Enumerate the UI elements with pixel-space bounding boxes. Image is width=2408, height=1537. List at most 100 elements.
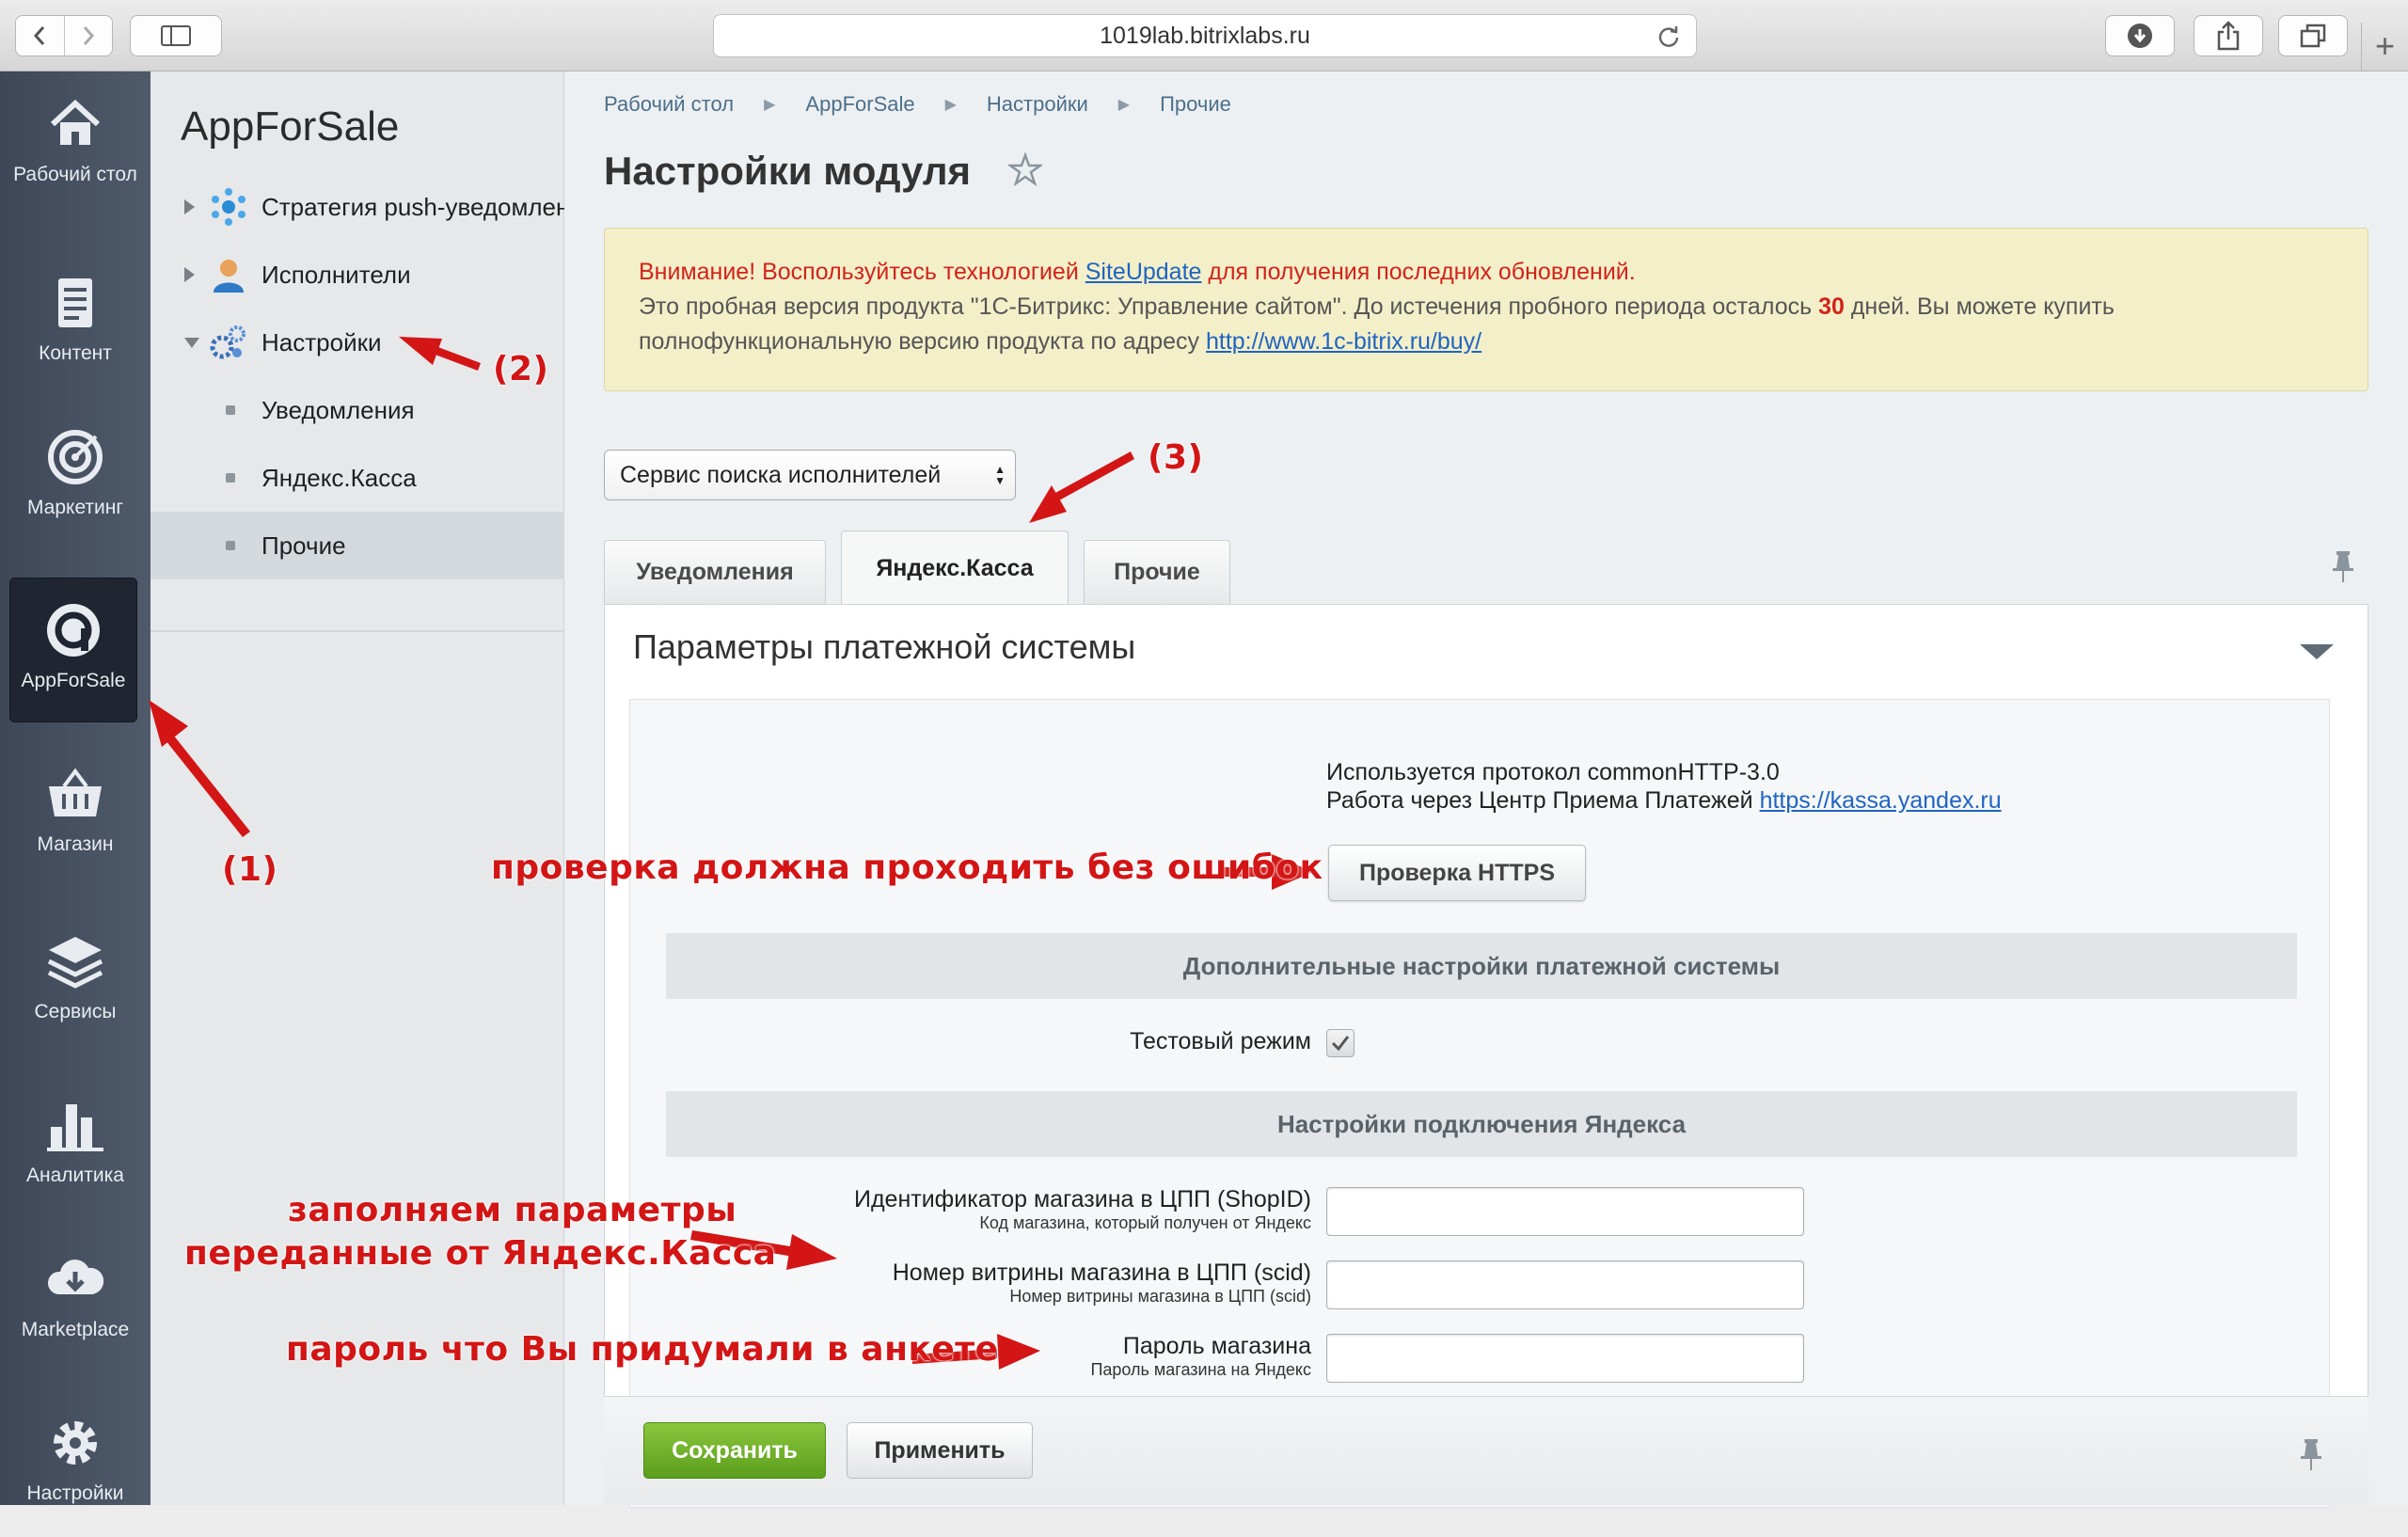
- field-hint: Код магазина, который получен от Яндекс: [979, 1213, 1311, 1232]
- scid-input[interactable]: [1326, 1260, 1804, 1309]
- breadcrumb-item[interactable]: Настройки: [987, 92, 1088, 117]
- menu-item-label: Прочие: [261, 531, 346, 560]
- warning-text: для получения последних обновлений.: [1201, 259, 1636, 285]
- warning-text: Внимание! Воспользуйтесь технологией: [639, 259, 1085, 285]
- app-item-label: Контент: [39, 342, 112, 364]
- share-icon: [2217, 21, 2240, 51]
- reload-icon[interactable]: [1656, 24, 1681, 49]
- footer-pin-icon[interactable]: [2297, 1437, 2325, 1471]
- kassa-link[interactable]: https://kassa.yandex.ru: [1760, 787, 2002, 814]
- menu-item-label: Яндекс.Касса: [261, 463, 417, 492]
- page-title: Настройки модуля: [604, 149, 972, 193]
- annotation-https-note: проверка должна проходить без ошибок: [491, 848, 1323, 887]
- shopid-input[interactable]: [1326, 1187, 1804, 1236]
- app-item-analytics[interactable]: Аналитика: [0, 1072, 150, 1219]
- app-item-appforsale[interactable]: AppForSale: [9, 578, 137, 722]
- address-bar[interactable]: 1019lab.bitrixlabs.ru: [713, 14, 1697, 57]
- shopid-label: Идентификатор магазина в ЦПП (ShopID) Ко…: [854, 1185, 1311, 1232]
- checkmark-icon: [1331, 1036, 1350, 1052]
- app-item-marketing[interactable]: Маркетинг: [0, 404, 150, 551]
- protocol-info: Используется протокол commonHTTP-3.0 Раб…: [1326, 758, 2002, 815]
- menu-subitem-other[interactable]: Прочие: [150, 512, 564, 579]
- field-hint: Номер витрины магазина в ЦПП (scid): [1009, 1287, 1311, 1306]
- gears-icon: [210, 325, 246, 359]
- annotation-label-3: (3): [1148, 438, 1204, 477]
- app-item-marketplace[interactable]: Marketplace: [0, 1227, 150, 1373]
- apply-button[interactable]: Применить: [847, 1422, 1033, 1479]
- cloud-download-icon: [47, 1260, 104, 1294]
- buy-link[interactable]: http://www.1c-bitrix.ru/buy/: [1206, 328, 1481, 355]
- siteupdate-link[interactable]: SiteUpdate: [1085, 259, 1202, 285]
- collapse-caret-icon[interactable]: [2300, 644, 2334, 659]
- expand-arrow-icon[interactable]: [184, 199, 195, 214]
- user-icon: [214, 260, 244, 293]
- menu-item-label: Уведомления: [261, 395, 415, 424]
- annotation-label-2: (2): [493, 350, 549, 388]
- breadcrumb-item[interactable]: Рабочий стол: [604, 92, 734, 117]
- pin-icon[interactable]: [2329, 549, 2357, 583]
- select-arrows-icon: ▲ ▼: [994, 463, 1006, 487]
- bullet-icon: [226, 541, 235, 550]
- app-item-label: Магазин: [37, 833, 114, 855]
- home-icon: [50, 99, 101, 145]
- breadcrumb-separator-icon: ▶: [764, 97, 776, 113]
- menu-item-push-strategy[interactable]: Стратегия push-уведомлений: [150, 173, 596, 241]
- field-hint: Пароль магазина на Яндекс: [1090, 1360, 1311, 1379]
- expand-arrow-icon[interactable]: [184, 267, 195, 282]
- button-label: Проверка HTTPS: [1358, 859, 1556, 886]
- tab-label: Уведомления: [636, 559, 794, 585]
- gear-icon: [54, 1421, 97, 1465]
- check-https-button[interactable]: Проверка HTTPS: [1328, 845, 1586, 901]
- url-text: 1019lab.bitrixlabs.ru: [1100, 22, 1310, 49]
- button-label: Применить: [874, 1436, 1006, 1464]
- sidebar-toggle-button[interactable]: [130, 15, 222, 56]
- layers-icon: [47, 937, 103, 989]
- tabs-overview-button[interactable]: [2278, 15, 2348, 56]
- bar-chart-icon: [47, 1104, 103, 1151]
- app-item-settings[interactable]: Настройки: [0, 1390, 150, 1537]
- new-tab-button[interactable]: +: [2361, 23, 2408, 71]
- tab-notifications[interactable]: Уведомления: [604, 540, 826, 604]
- center-line: Работа через Центр Приема Платежей https…: [1326, 786, 2002, 815]
- share-button[interactable]: [2194, 15, 2263, 56]
- section-yandex-connection: Настройки подключения Яндекса: [666, 1091, 2297, 1157]
- module-select[interactable]: Сервис поиска исполнителей ▲ ▼: [604, 450, 1016, 500]
- forward-button[interactable]: [63, 16, 113, 55]
- annotation-fill-note-line1: заполняем параметры: [288, 1191, 737, 1229]
- app-item-services[interactable]: Сервисы: [0, 909, 150, 1055]
- sidebar-icon: [161, 25, 191, 46]
- trial-notice: Внимание! Воспользуйтесь технологией Sit…: [604, 228, 2368, 391]
- breadcrumb-item[interactable]: AppForSale: [805, 92, 914, 117]
- favorite-star-icon[interactable]: [1008, 152, 1042, 186]
- browser-toolbar: 1019lab.bitrixlabs.ru +: [0, 0, 2408, 71]
- field-label-text: Идентификатор магазина в ЦПП (ShopID): [854, 1186, 1311, 1212]
- chevron-left-icon: [34, 26, 45, 45]
- protocol-line: Используется протокол commonHTTP-3.0: [1326, 759, 1780, 785]
- app-item-label: AppForSale: [21, 670, 126, 691]
- scid-label: Номер витрины магазина в ЦПП (scid) Номе…: [893, 1259, 1311, 1306]
- downloads-button[interactable]: [2105, 15, 2175, 56]
- app-item-label: Аналитика: [26, 1165, 124, 1186]
- breadcrumb-item[interactable]: Прочие: [1160, 92, 1231, 117]
- back-button[interactable]: [16, 16, 64, 55]
- center-text: Работа через Центр Приема Платежей: [1326, 787, 1760, 814]
- menu-item-performers[interactable]: Исполнители: [150, 241, 564, 309]
- tab-other[interactable]: Прочие: [1084, 540, 1230, 604]
- app-item-content[interactable]: Контент: [0, 250, 150, 397]
- bullet-icon: [226, 473, 235, 483]
- collapse-arrow-icon[interactable]: [184, 337, 199, 348]
- tab-yandex-kassa[interactable]: Яндекс.Касса: [841, 531, 1069, 606]
- menu-item-label: Исполнители: [261, 260, 411, 289]
- app-item-desktop[interactable]: Рабочий стол: [0, 71, 150, 218]
- app-item-shop[interactable]: Магазин: [0, 741, 150, 888]
- app-item-label: Маркетинг: [26, 497, 124, 518]
- password-input[interactable]: [1326, 1334, 1804, 1383]
- annotation-password-note: пароль что Вы придумали в анкете: [286, 1330, 999, 1369]
- module-menu: AppForSale Стратегия push-уведомлений Ис…: [150, 71, 596, 1505]
- document-icon: [58, 278, 92, 327]
- section-extra-settings: Дополнительные настройки платежной систе…: [666, 933, 2297, 999]
- app-item-label: Настройки: [26, 1482, 124, 1504]
- save-button[interactable]: Сохранить: [643, 1422, 826, 1479]
- test-mode-checkbox[interactable]: [1326, 1029, 1354, 1057]
- menu-subitem-yandex-kassa[interactable]: Яндекс.Касса: [150, 444, 564, 512]
